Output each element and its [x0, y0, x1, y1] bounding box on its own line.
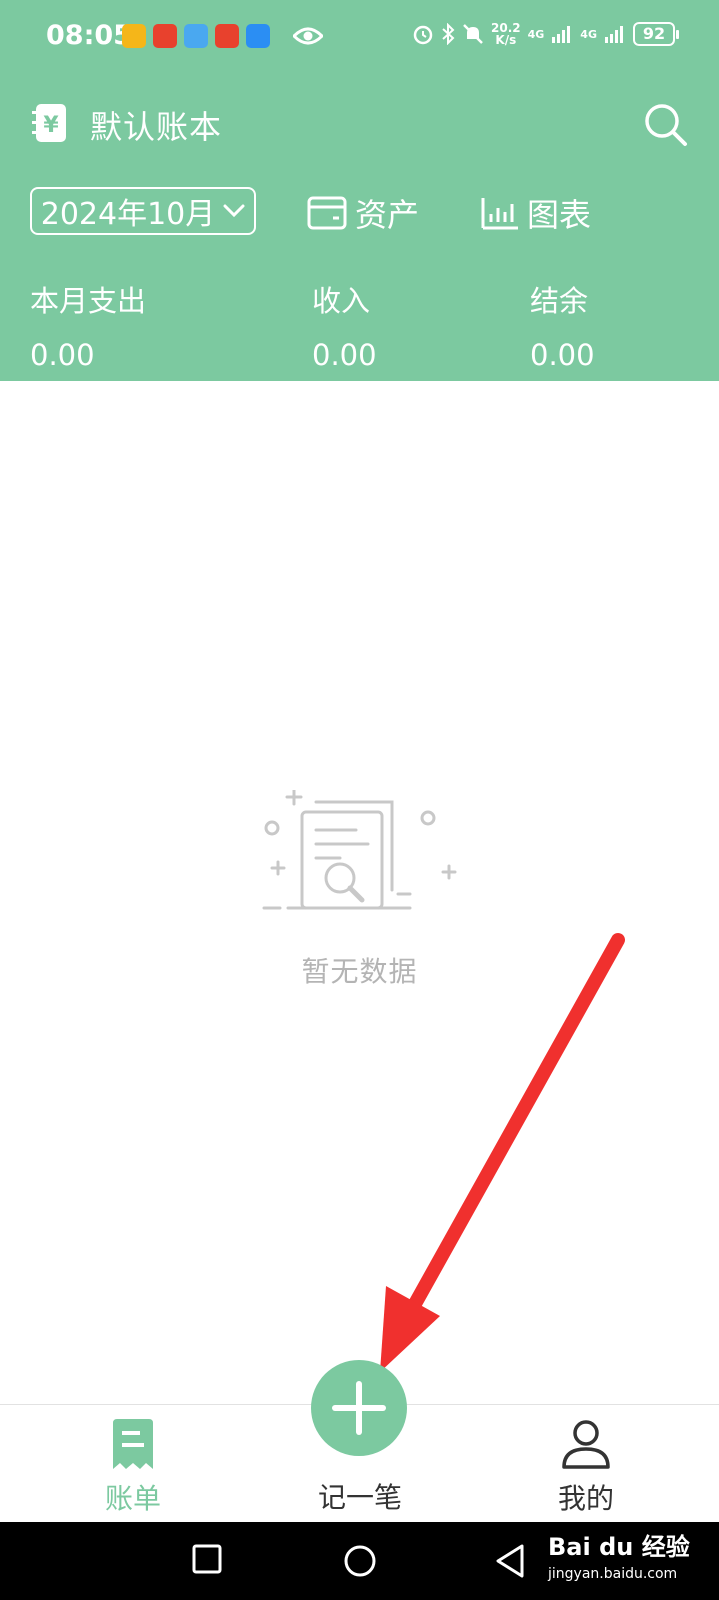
taobao-notification-icon	[153, 24, 177, 48]
back-triangle-icon[interactable]	[495, 1544, 525, 1578]
status-time: 08:05	[46, 20, 132, 51]
empty-document-icon	[262, 790, 457, 910]
signal-icon	[552, 26, 571, 43]
red-arrow-annotation	[380, 933, 625, 1372]
account-book-title[interactable]: 默认账本	[90, 102, 222, 148]
receipt-icon	[113, 1419, 153, 1469]
expense-label: 本月支出	[30, 284, 147, 318]
user-icon	[562, 1420, 610, 1469]
month-selector[interactable]: 2024年10月	[30, 187, 256, 235]
app-notification-icon	[122, 24, 146, 48]
network-speed: 20.2 K/s	[491, 21, 521, 47]
eye-icon	[293, 27, 323, 45]
add-record-button[interactable]	[311, 1360, 407, 1456]
nav-item-mine[interactable]: 我的	[526, 1419, 646, 1517]
wallet-icon	[307, 196, 347, 230]
balance-value: 0.00	[530, 338, 595, 372]
income-value: 0.00	[312, 338, 377, 372]
assets-button[interactable]: 资产	[307, 190, 419, 236]
bar-chart-icon	[481, 198, 518, 230]
expense-value: 0.00	[30, 338, 95, 372]
balance-label: 结余	[530, 284, 589, 318]
nav-add-label[interactable]: 记一笔	[300, 1476, 420, 1516]
app-notification-icon	[184, 24, 208, 48]
chart-button[interactable]: 图表	[481, 190, 591, 236]
home-circle-icon[interactable]	[343, 1544, 377, 1578]
battery-indicator: 92	[632, 22, 679, 46]
baidu-watermark-url: jingyan.baidu.com	[548, 1566, 678, 1582]
plus-icon	[332, 1381, 386, 1435]
svg-text:¥: ¥	[43, 113, 59, 138]
yen-book-icon: ¥	[32, 104, 66, 142]
network-type-1: 4G	[527, 27, 545, 41]
bluetooth-icon	[442, 23, 455, 45]
income-summary: 收入 0.00	[312, 278, 377, 372]
signal-icon	[604, 26, 623, 43]
recents-square-icon[interactable]	[192, 1544, 222, 1574]
balance-summary: 结余 0.00	[530, 278, 595, 372]
chevron-down-icon	[223, 204, 245, 218]
expense-summary: 本月支出 0.00	[30, 278, 146, 372]
assets-label: 资产	[355, 196, 420, 234]
mute-bell-icon	[463, 24, 483, 44]
nav-item-bill[interactable]: 账单	[73, 1419, 193, 1517]
taobao-notification-icon	[215, 24, 239, 48]
chart-label: 图表	[527, 196, 592, 234]
baidu-watermark: Bai du 经验	[548, 1533, 690, 1561]
nav-mine-label: 我的	[557, 1482, 614, 1515]
search-icon[interactable]	[643, 102, 689, 148]
alarm-icon	[413, 25, 433, 45]
status-right: 20.2 K/s 4G 4G 92	[412, 21, 679, 47]
nav-bill-label: 账单	[104, 1482, 161, 1515]
weather-notification-icon	[246, 24, 270, 48]
month-label: 2024年10月	[40, 197, 216, 232]
app-header: 08:05 20.2 K/s 4G 4G 92 ¥ 默认账本 2024年10月 …	[0, 0, 719, 381]
income-label: 收入	[312, 284, 371, 318]
notification-icons	[122, 24, 270, 48]
network-type-2: 4G	[580, 27, 597, 41]
